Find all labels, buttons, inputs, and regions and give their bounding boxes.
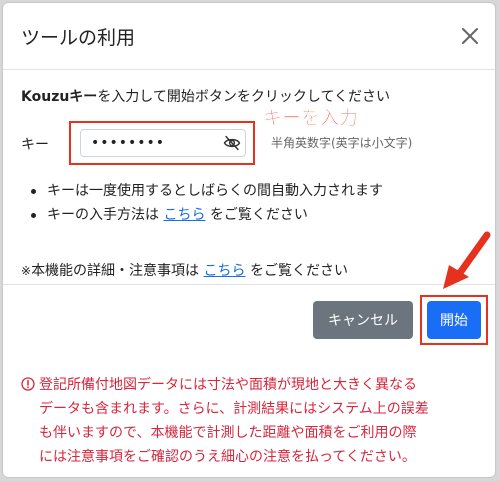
warning-line-3: も伴いますので、本機能で計測した距離や面積をご利用の際 [39,425,417,441]
close-button[interactable] [459,25,481,47]
instruction-brand: Kouzuキー [21,89,98,105]
dialog-title: ツールの利用 [21,27,136,49]
detail-note-prefix: 本機能の詳細・注意事項は [31,263,204,279]
key-label: キー [21,137,49,153]
bullet-item-suffix: をご覧ください [205,207,308,223]
key-input[interactable] [80,129,246,157]
bullet-item: キーは一度使用するとしばらくの間自動入力されます [31,179,383,203]
details-link[interactable]: こちら [204,263,246,279]
footer-divider [3,284,495,285]
key-hint: 半角英数字(英字は小文字) [271,136,413,150]
info-bullets: キーは一度使用するとしばらくの間自動入力されます キーの入手方法は こちら をご… [31,179,383,227]
warning-line-1: 登記所備付地図データには寸法や面積が現地と大きく異なる [39,377,417,393]
tool-usage-dialog: ツールの利用 Kouzuキーを入力して開始ボタンをクリックしてください キー キ… [2,2,496,478]
start-button[interactable]: 開始 [427,301,481,339]
warning-line-2: データも含まれます。さらに、計測結果にはシステム上の誤差 [39,401,429,417]
annotation-arrow-icon [443,231,491,289]
warning-notice: 登記所備付地図データには寸法や面積が現地と大きく異なる データも含まれます。さら… [21,373,481,469]
key-acquisition-link[interactable]: こちら [163,207,205,223]
close-icon [462,28,478,44]
cancel-button[interactable]: キャンセル [313,301,413,339]
detail-note: ※本機能の詳細・注意事項は こちら をご覧ください [21,260,348,280]
eye-slash-icon [223,135,241,151]
annotation-callout: キーを入力 [263,107,359,129]
warning-line: 登記所備付地図データには寸法や面積が現地と大きく異なる [21,373,481,397]
dialog-header: ツールの利用 [3,3,495,70]
warning-line-4: には注意事項をご確認のうえ細心の注意を払ってください。 [39,449,416,465]
detail-note-suffix: をご覧ください [245,263,348,279]
password-visibility-toggle[interactable] [223,135,241,151]
bullet-item: キーの入手方法は こちら をご覧ください [31,203,383,227]
bullet-item-prefix: キーの入手方法は [47,207,164,223]
note-mark: ※ [21,264,32,278]
key-input-highlight [69,121,255,165]
exclamation-circle-icon [21,377,35,391]
start-button-highlight: 開始 [420,295,488,345]
